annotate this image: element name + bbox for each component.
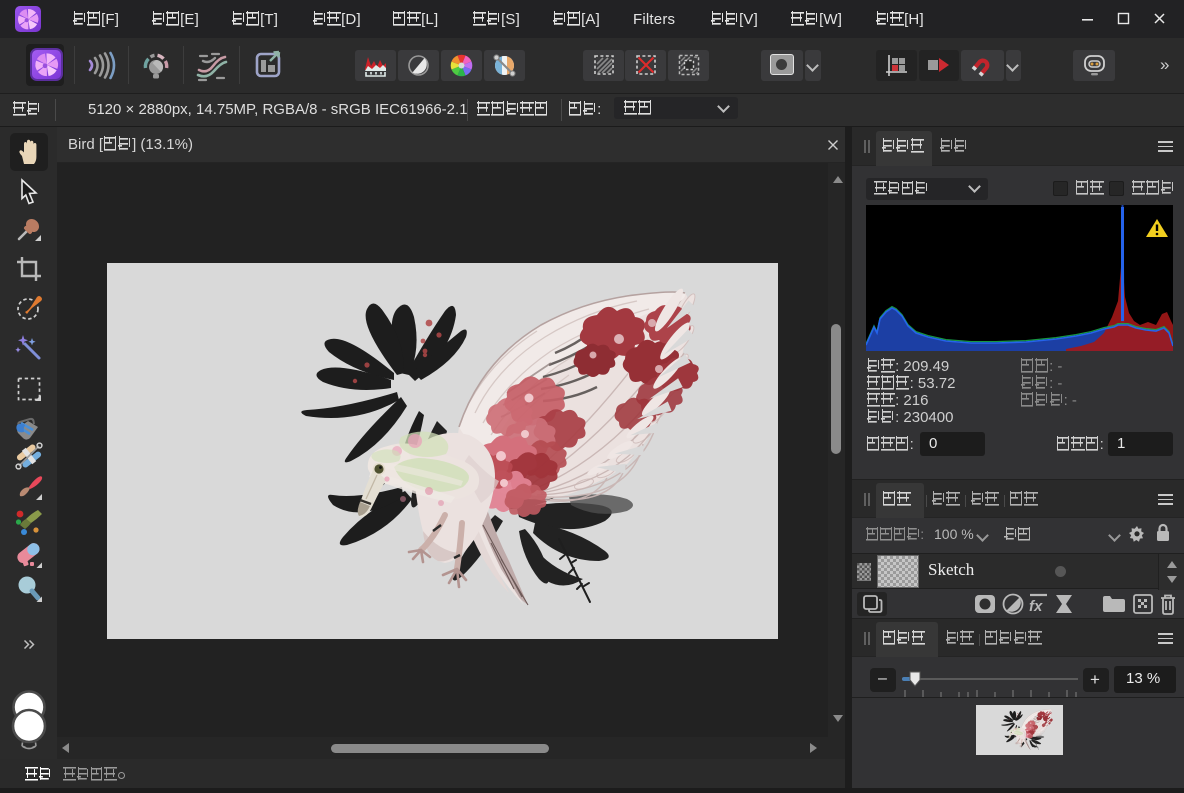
svg-text:fx: fx xyxy=(1029,598,1043,615)
